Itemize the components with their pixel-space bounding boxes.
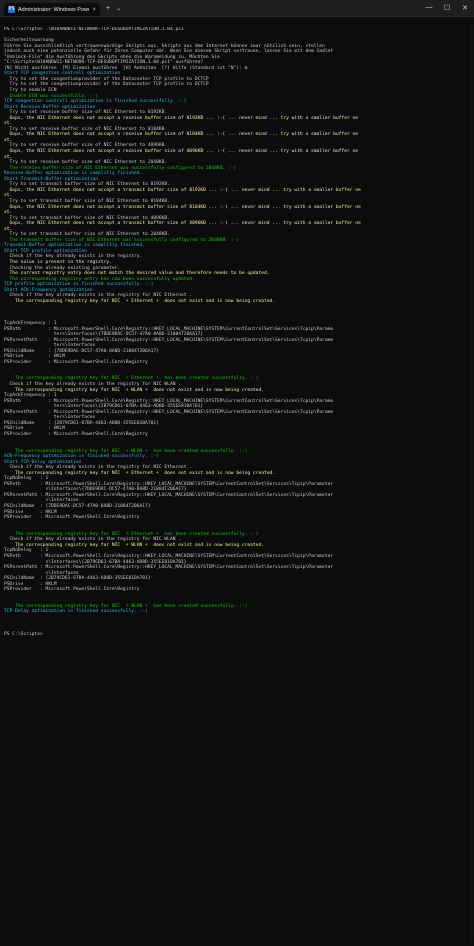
minimize-button[interactable]: — [420, 4, 438, 12]
terminal-tab[interactable]: PS Administrator: Windows Powe × [4, 3, 100, 16]
terminal-output[interactable]: PS C:\Scripte> .\W10ANDW11-NETWORK-TCP-D… [4, 27, 470, 942]
new-tab-button[interactable]: + [106, 5, 110, 12]
powershell-icon: PS [8, 6, 15, 13]
window-controls: — ☐ ✕ [420, 4, 474, 12]
close-tab-icon[interactable]: × [92, 7, 96, 13]
scrollbar[interactable] [470, 20, 473, 942]
chevron-down-icon[interactable]: ⌄ [116, 5, 121, 12]
close-window-button[interactable]: ✕ [456, 4, 474, 12]
terminal-line: PS C:\Scripte> [4, 631, 43, 637]
title-bar: PS Administrator: Windows Powe × + ⌄ — ☐… [0, 0, 474, 17]
maximize-button[interactable]: ☐ [438, 4, 456, 12]
tab-title: Administrator: Windows Powe [18, 6, 90, 13]
